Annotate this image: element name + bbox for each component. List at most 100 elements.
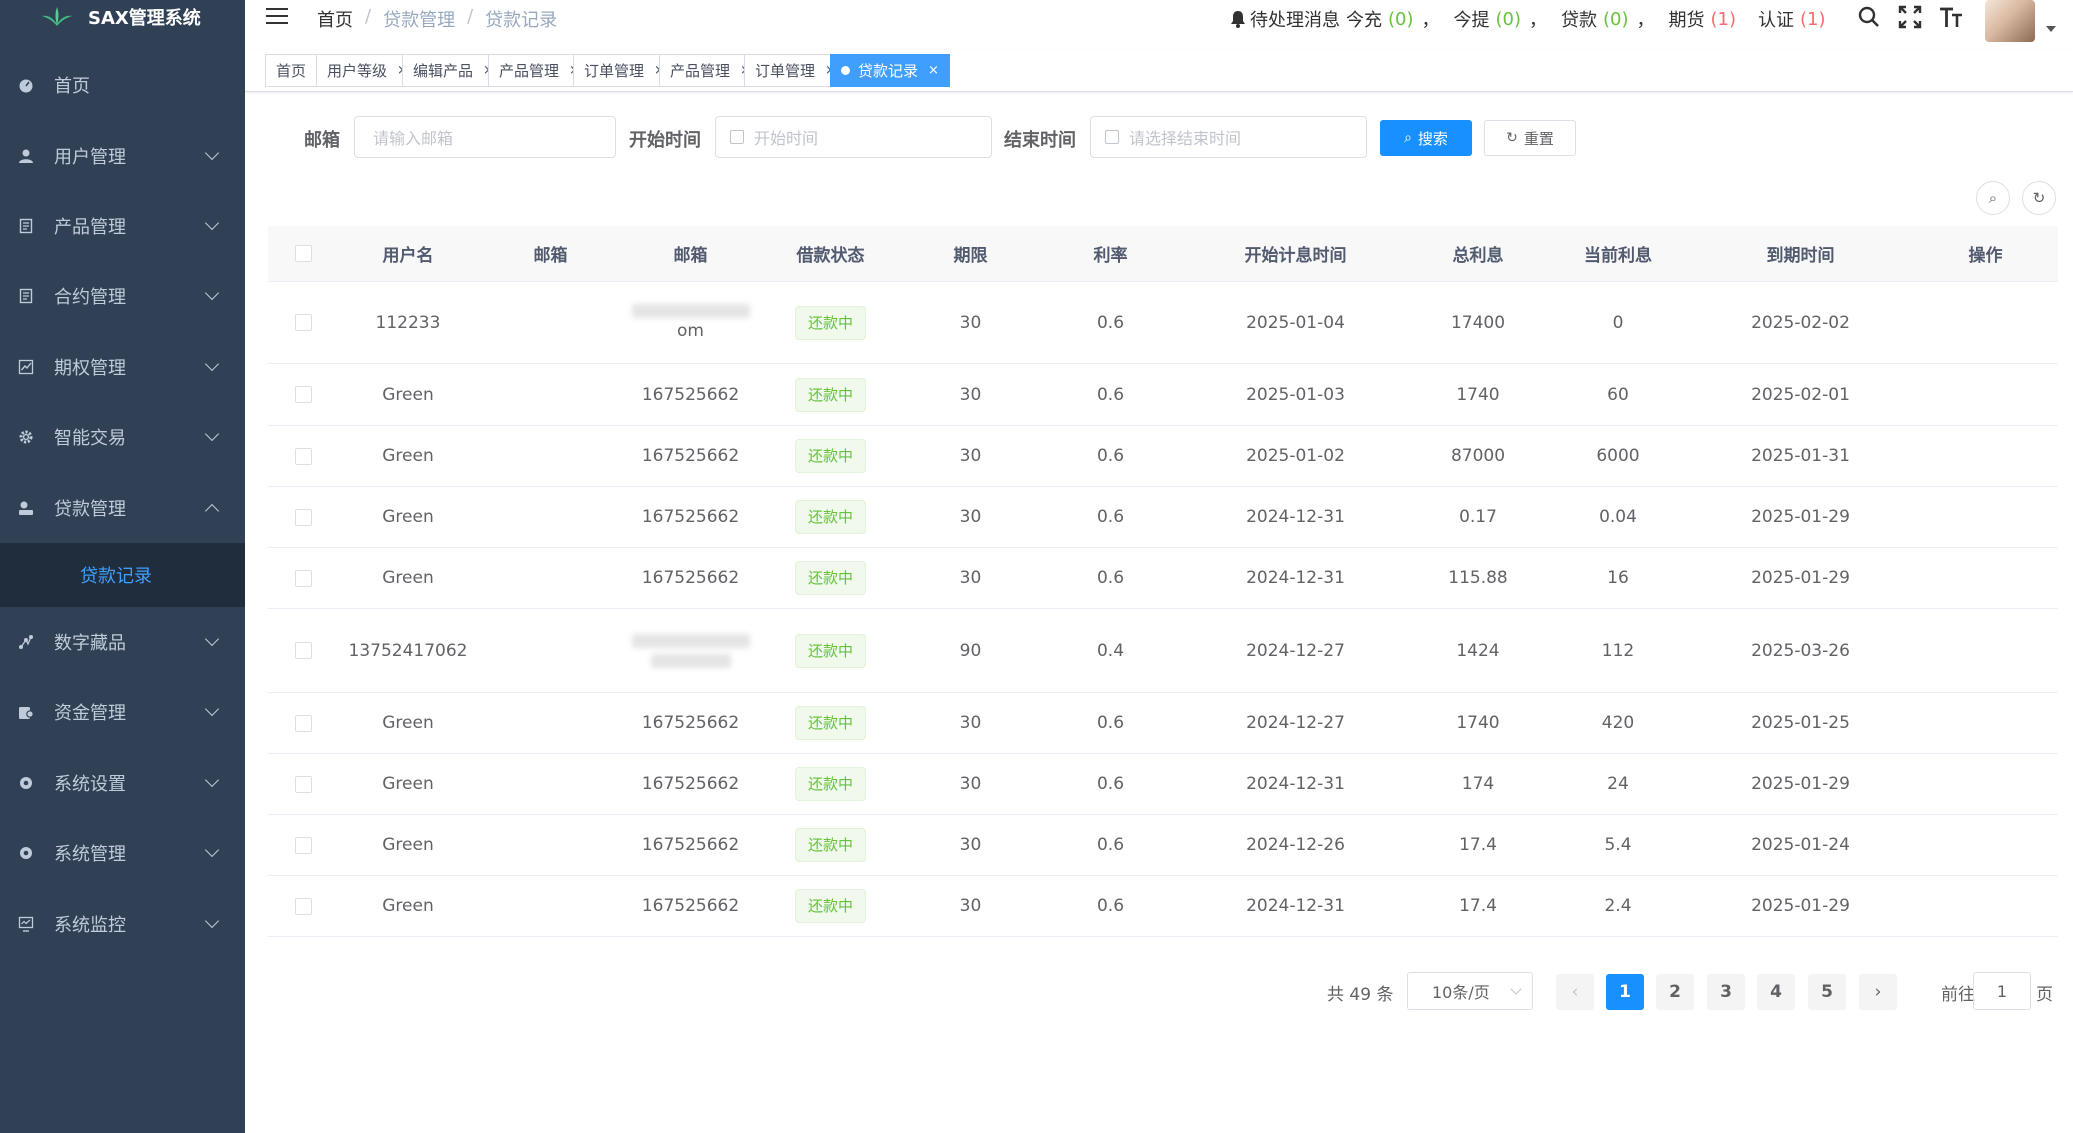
sidebar-item-5[interactable]: 智能交易 bbox=[0, 402, 245, 472]
cell-rate: 0.6 bbox=[1096, 507, 1125, 527]
notice-2-count: (0) bbox=[1603, 8, 1629, 30]
page-button-2[interactable]: 2 bbox=[1656, 974, 1694, 1010]
table-row[interactable]: Green 167525662 还款中 30 0.6 2024-12-31 17.4 2.4 2… bbox=[268, 876, 2058, 937]
row-checkbox[interactable] bbox=[294, 775, 312, 793]
cell-username: Green bbox=[382, 384, 434, 405]
sidebar-item-1[interactable]: 用户管理 bbox=[0, 121, 245, 191]
breadcrumb-loan-management[interactable]: 贷款管理 bbox=[383, 6, 455, 32]
tab-label: 用户等级 bbox=[327, 62, 388, 80]
cell-rate: 0.6 bbox=[1096, 774, 1125, 794]
cell-start-date: 2024-12-27 bbox=[1246, 713, 1345, 733]
cell-current-interest: 2.4 bbox=[1604, 896, 1632, 916]
table-row[interactable]: Green 167525662 还款中 30 0.6 2024-12-31 115.88 16… bbox=[268, 548, 2058, 609]
blurred-email bbox=[623, 633, 758, 668]
table-row[interactable]: Green 167525662 还款中 30 0.6 2025-01-02 87000 600… bbox=[268, 426, 2058, 487]
row-checkbox-cell bbox=[268, 714, 338, 732]
chevron-down-icon bbox=[204, 842, 220, 858]
cell-username: 13752417062 bbox=[348, 640, 468, 661]
sidebar-item-9[interactable]: 系统设置 bbox=[0, 748, 245, 818]
refresh-table-button[interactable]: ↻ bbox=[2022, 181, 2056, 215]
sidebar-item-label: 贷款管理 bbox=[54, 499, 126, 520]
table-row[interactable]: 13752417062 还款中 90 0.4 2024-12-27 1424 112 2025… bbox=[268, 609, 2058, 693]
email-input[interactable]: 请输入邮箱 bbox=[354, 116, 616, 158]
row-checkbox[interactable] bbox=[294, 508, 312, 526]
cell-total-interest: 1424 bbox=[1456, 640, 1500, 661]
search-icon[interactable] bbox=[1856, 4, 1882, 30]
sidebar-item-0[interactable]: 首页 bbox=[0, 50, 245, 120]
reset-button[interactable]: ↻ 重置 bbox=[1484, 120, 1576, 156]
tab-label: 编辑产品 bbox=[413, 62, 474, 80]
row-checkbox[interactable] bbox=[294, 314, 312, 331]
select-all-checkbox[interactable] bbox=[294, 245, 312, 262]
cell-term: 30 bbox=[959, 713, 982, 733]
search-button[interactable]: ⌕ 搜索 bbox=[1380, 120, 1472, 156]
email-text: om bbox=[677, 321, 704, 341]
cell-username: Green bbox=[382, 568, 434, 588]
tab-7[interactable]: 贷款记录 × bbox=[830, 54, 950, 87]
settings-icon bbox=[20, 777, 32, 789]
pending-messages[interactable]: 待处理消息 今充 (0)，今提 (0)，贷款 (0)，期货 (1) 认证 (1) bbox=[1230, 6, 1834, 32]
sidebar-item-label: 系统管理 bbox=[54, 844, 126, 865]
tab-0[interactable]: 首页 bbox=[265, 54, 318, 87]
cell-expire-date: 2025-01-29 bbox=[1751, 568, 1850, 588]
cell-term: 30 bbox=[959, 384, 982, 405]
cell-status: 还款中 bbox=[758, 828, 903, 862]
fullscreen-icon[interactable] bbox=[1897, 4, 1923, 30]
font-size-icon[interactable] bbox=[1938, 4, 1964, 30]
sidebar-item-3[interactable]: 合约管理 bbox=[0, 261, 245, 331]
start-time-picker[interactable]: 开始时间 bbox=[715, 116, 992, 158]
sidebar-item-7[interactable]: 数字藏品 bbox=[0, 607, 245, 677]
row-checkbox[interactable] bbox=[294, 897, 312, 915]
app-logo[interactable]: SAX管理系统 bbox=[0, 0, 245, 34]
sidebar-item-8[interactable]: 资金管理 bbox=[0, 677, 245, 747]
next-page-button[interactable]: › bbox=[1859, 974, 1897, 1010]
page-size-value: 10条/页 bbox=[1432, 983, 1490, 1002]
row-checkbox[interactable] bbox=[294, 642, 312, 659]
breadcrumb-home[interactable]: 首页 bbox=[317, 6, 353, 32]
submenu-item-loan-records[interactable]: 贷款记录 bbox=[0, 543, 245, 607]
cell-start-date: 2024-12-31 bbox=[1246, 896, 1345, 916]
column-header: 操作 bbox=[1968, 246, 2003, 266]
cell-start-date: 2024-12-31 bbox=[1246, 774, 1345, 794]
sidebar-item-11[interactable]: 系统监控 bbox=[0, 889, 245, 959]
row-checkbox[interactable] bbox=[294, 714, 312, 732]
sidebar-item-10[interactable]: 系统管理 bbox=[0, 818, 245, 888]
table-row[interactable]: 112233 om 还款中 30 0.6 2025-01-04 17400 0 2025-02-… bbox=[268, 282, 2058, 364]
sidebar-item-2[interactable]: 产品管理 bbox=[0, 191, 245, 261]
row-checkbox[interactable] bbox=[294, 836, 312, 854]
calendar-icon bbox=[1105, 130, 1119, 144]
column-header: 借款状态 bbox=[796, 246, 865, 266]
sidebar-item-6[interactable]: 贷款管理 bbox=[0, 473, 245, 543]
search-icon: ⌕ bbox=[1404, 130, 1412, 146]
end-time-picker[interactable]: 请选择结束时间 bbox=[1090, 116, 1367, 158]
notice-0-label: 今充 bbox=[1346, 10, 1382, 31]
close-icon[interactable]: × bbox=[928, 63, 939, 78]
page-button-4[interactable]: 4 bbox=[1757, 974, 1795, 1010]
table-row[interactable]: Green 167525662 还款中 30 0.6 2024-12-31 174 24 202… bbox=[268, 754, 2058, 815]
row-checkbox[interactable] bbox=[294, 447, 312, 465]
goto-page-input[interactable]: 1 bbox=[1973, 972, 2031, 1010]
navbar: 首页 / 贷款管理 / 贷款记录 待处理消息 今充 (0)，今提 (0)，贷款 (0)… bbox=[245, 0, 2073, 50]
table-row[interactable]: Green 167525662 还款中 30 0.6 2024-12-27 1740 420 2… bbox=[268, 693, 2058, 754]
settings-icon bbox=[20, 847, 32, 859]
cell-status: 还款中 bbox=[758, 377, 903, 412]
prev-page-button[interactable]: ‹ bbox=[1556, 974, 1594, 1010]
page-button-3[interactable]: 3 bbox=[1707, 974, 1745, 1010]
app-title: SAX管理系统 bbox=[88, 8, 201, 29]
caret-down-icon[interactable] bbox=[2046, 26, 2056, 32]
page-size-select[interactable]: 10条/页 bbox=[1407, 972, 1533, 1010]
toggle-search-button[interactable]: ⌕ bbox=[1976, 181, 2010, 215]
page-button-1[interactable]: 1 bbox=[1606, 974, 1644, 1010]
page-button-5[interactable]: 5 bbox=[1808, 974, 1846, 1010]
table-row[interactable]: Green 167525662 还款中 30 0.6 2024-12-26 17.4 5.4 2… bbox=[268, 815, 2058, 876]
user-avatar[interactable] bbox=[1985, 0, 2035, 42]
cell-email-2: 167525662 bbox=[641, 713, 740, 733]
row-checkbox[interactable] bbox=[294, 386, 312, 403]
row-checkbox[interactable] bbox=[294, 569, 312, 587]
hamburger-icon[interactable] bbox=[266, 8, 288, 28]
sidebar-item-4[interactable]: 期权管理 bbox=[0, 332, 245, 402]
end-time-placeholder: 请选择结束时间 bbox=[1129, 129, 1242, 148]
breadcrumb: 首页 / 贷款管理 / 贷款记录 bbox=[317, 6, 557, 32]
table-row[interactable]: Green 167525662 还款中 30 0.6 2025-01-03 1740 60 20… bbox=[268, 364, 2058, 426]
table-row[interactable]: Green 167525662 还款中 30 0.6 2024-12-31 0.17 0.04… bbox=[268, 487, 2058, 548]
